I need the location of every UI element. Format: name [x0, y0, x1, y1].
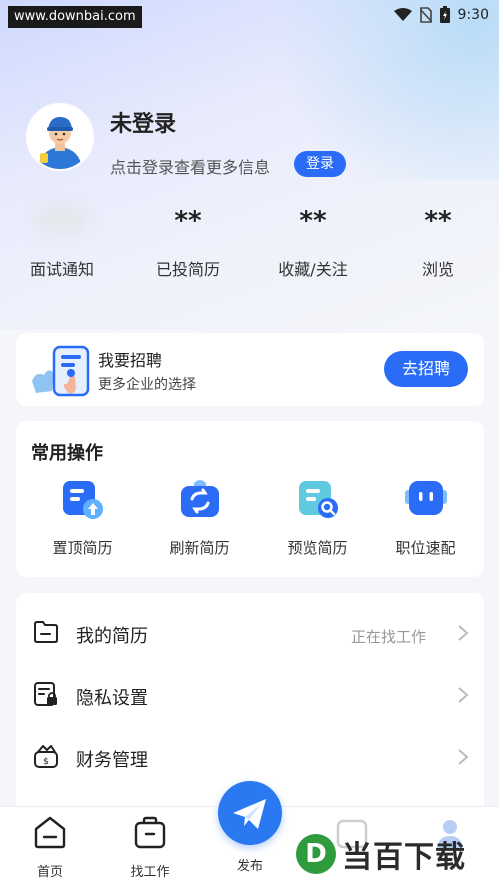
resume-top-icon: [61, 477, 105, 521]
no-sim-icon: [419, 6, 432, 23]
publish-button[interactable]: [218, 781, 282, 845]
tab-label: 首页: [36, 865, 63, 880]
avatar-worker-icon: [28, 105, 92, 169]
op-refresh-resume[interactable]: 刷新简历: [141, 477, 258, 558]
status-bar: www.downbai.com 9:30: [0, 0, 499, 32]
phone-tap-icon: [32, 345, 90, 397]
menu-label: 财务管理: [76, 750, 148, 771]
tab-label-publish: 发布: [236, 859, 263, 874]
stat-views[interactable]: ** 浏览: [383, 200, 493, 280]
username[interactable]: 未登录: [110, 106, 176, 138]
common-operations-card: 常用操作 置顶简历 刷新简历 预览简历 职位速配: [16, 421, 484, 577]
site-logo: D 当百下载: [296, 832, 466, 876]
tab-find-job[interactable]: 找工作: [114, 815, 186, 880]
stat-value: **: [424, 206, 452, 236]
privacy-lock-icon: [34, 682, 57, 706]
stat-value: **: [299, 206, 327, 236]
status-time: 9:30: [457, 6, 489, 23]
folder-icon: [34, 621, 58, 643]
battery-icon: [439, 6, 450, 23]
login-button[interactable]: 登录: [294, 151, 346, 177]
stat-submitted-resume[interactable]: ** 已投简历: [133, 200, 243, 280]
op-job-match[interactable]: 职位速配: [367, 477, 484, 558]
preview-resume-icon: [296, 477, 340, 521]
tab-home[interactable]: 首页: [14, 815, 86, 880]
avatar[interactable]: [26, 103, 94, 171]
watermark-url: www.downbai.com: [8, 6, 142, 28]
chevron-right-icon: [458, 687, 469, 703]
recruit-title: 我要招聘: [98, 351, 163, 370]
stat-label: 收藏/关注: [278, 260, 348, 279]
menu-label: 隐私设置: [76, 688, 148, 709]
job-match-icon: [404, 477, 448, 521]
paper-plane-icon: [233, 799, 266, 829]
wallet-icon: $: [34, 745, 58, 768]
stat-value: **: [174, 206, 202, 236]
op-label: 预览简历: [287, 539, 348, 557]
stat-label: 浏览: [421, 260, 454, 279]
stat-favorites[interactable]: ** 收藏/关注: [258, 200, 368, 280]
ops-title: 常用操作: [31, 443, 103, 464]
wifi-icon: [393, 7, 412, 21]
login-tip[interactable]: 点击登录查看更多信息: [110, 154, 270, 178]
briefcase-icon: [134, 816, 166, 849]
home-icon: [34, 816, 66, 849]
system-icons: 9:30: [393, 6, 489, 23]
logo-letter: D: [296, 834, 336, 874]
chevron-right-icon: [458, 625, 469, 641]
chevron-right-icon: [458, 749, 469, 765]
go-recruit-button[interactable]: 去招聘: [384, 351, 468, 387]
stat-label: 面试通知: [29, 260, 94, 279]
tab-label: 找工作: [130, 865, 170, 880]
stat-interview-notice[interactable]: 面试通知: [7, 200, 117, 280]
op-preview-resume[interactable]: 预览简历: [259, 477, 376, 558]
stat-label: 已投简历: [155, 260, 220, 279]
recruit-card[interactable]: 我要招聘 更多企业的选择 去招聘: [16, 333, 484, 406]
refresh-resume-icon: [178, 477, 222, 521]
op-pin-resume[interactable]: 置顶简历: [24, 477, 141, 558]
menu-item-finance[interactable]: $ 财务管理: [16, 724, 484, 786]
menu-label: 我的简历: [76, 626, 148, 647]
stat-value-blurred: [35, 204, 89, 234]
recruit-subtitle: 更多企业的选择: [98, 377, 196, 393]
menu-status: 正在找工作: [350, 628, 426, 646]
op-label: 刷新简历: [169, 539, 230, 557]
svg-text:$: $: [43, 757, 49, 767]
op-label: 职位速配: [395, 539, 456, 557]
menu-item-privacy[interactable]: 隐私设置: [16, 662, 484, 724]
menu-item-my-resume[interactable]: 我的简历 正在找工作: [16, 600, 484, 662]
op-label: 置顶简历: [52, 539, 113, 557]
logo-text: 当百下载: [342, 840, 466, 875]
